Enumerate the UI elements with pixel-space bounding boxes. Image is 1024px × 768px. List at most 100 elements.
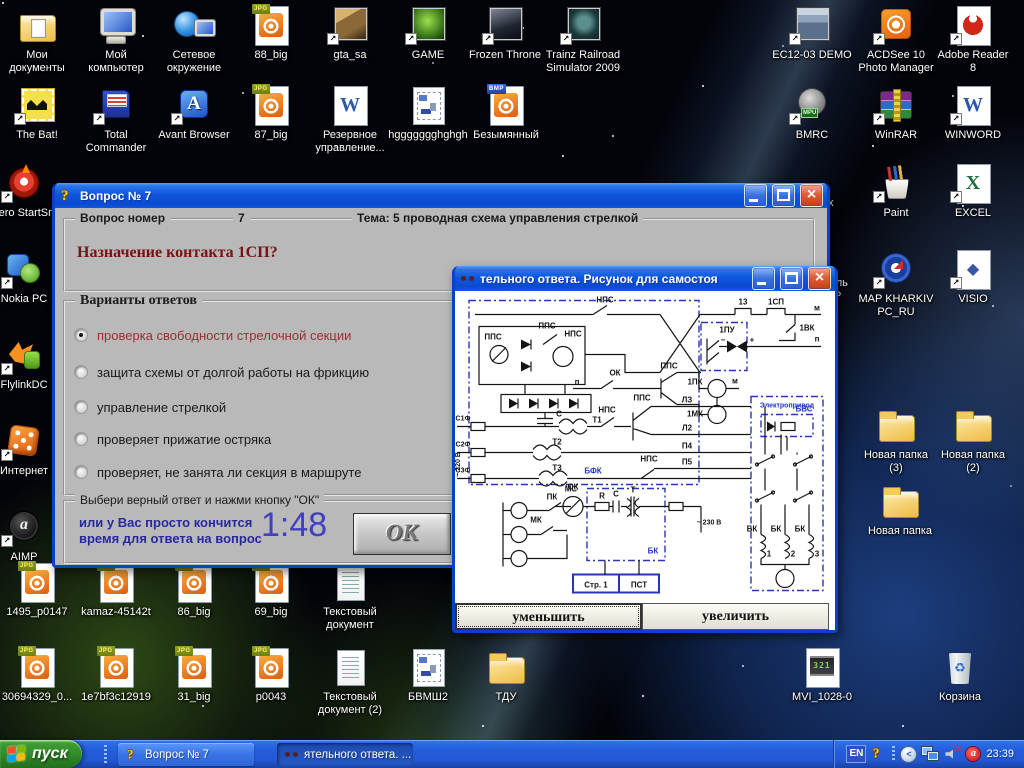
desktop-icon-my-computer[interactable]: Мой компьютер: [76, 6, 156, 75]
jpg-file-icon: JPG: [171, 648, 217, 688]
desktop-icon-30694329[interactable]: JPG30694329_0...: [0, 648, 77, 704]
desktop-icon-88-big[interactable]: JPG88_big: [231, 6, 311, 62]
schematic-label: ППС: [633, 394, 651, 403]
schematic-label: П4: [682, 442, 693, 451]
footer-group-label: Выбери верный ответ и нажми кнопку "ОК": [75, 493, 324, 507]
diagram-titlebar[interactable]: тельного ответа. Рисунок для самостоя: [455, 266, 835, 291]
desktop-icon-gta-sa[interactable]: gta_sa: [310, 6, 390, 62]
radio-unselected[interactable]: [75, 366, 87, 378]
topic-label: Тема: 5 проводная схема управления стрел…: [352, 211, 643, 225]
network-tray-icon[interactable]: [922, 747, 939, 761]
close-button[interactable]: [808, 267, 831, 290]
desktop-icon-p0043[interactable]: JPGp0043: [231, 648, 311, 704]
desktop-icon-86-big[interactable]: JPG86_big: [154, 563, 234, 619]
jpg-file-icon: JPG: [248, 86, 294, 126]
schematic-label: м: [814, 304, 820, 313]
hide-icons-chevron[interactable]: [901, 747, 916, 762]
desktop-icon-bezymyannyj[interactable]: BMPБезымянный: [466, 86, 546, 142]
desktop-icon-acdsee[interactable]: ACDSee 10 Photo Manager: [856, 6, 936, 75]
desktop-icon-frozen-throne[interactable]: Frozen Throne: [465, 6, 545, 62]
windows-flag-icon: [8, 745, 26, 763]
desktop-icon-ec12-demo[interactable]: EC12-03 DEMO: [772, 6, 852, 62]
muted-sound-icon[interactable]: [945, 748, 960, 761]
desktop-icon-map-kharkiv[interactable]: MAP KHARKIV PC_RU: [856, 250, 936, 319]
ok-button[interactable]: ОК: [353, 513, 451, 555]
question-tray-icon[interactable]: [873, 747, 886, 761]
diagram-window: тельного ответа. Рисунок для самостоя: [452, 266, 838, 633]
desktop-icon-my-documents[interactable]: Мои документы: [0, 6, 77, 75]
zoom-in-button[interactable]: увеличить: [642, 603, 829, 630]
schematic-label: МК: [530, 516, 542, 525]
shortcut-arrow-icon: [2, 278, 12, 288]
desktop-icon-network-places[interactable]: Сетевое окружение: [154, 6, 234, 75]
taskbar-clock[interactable]: 23:39: [986, 748, 1014, 760]
desktop-icon-trainz[interactable]: Trainz Railroad Simulator 2009: [543, 6, 623, 75]
desktop-icon-visio[interactable]: VISIO: [933, 250, 1013, 306]
quiz-titlebar[interactable]: Вопрос № 7: [55, 183, 827, 208]
computer-icon: [93, 6, 139, 46]
taskbar-button-diagram[interactable]: ятельного ответа. ...: [277, 743, 413, 766]
circuit-schematic: 13 1СП м 1ВК НПС ППС ППС НПС 1ПУ − + п 1…: [455, 291, 829, 600]
desktop-icon-text-doc[interactable]: Текстовый документ: [310, 563, 390, 632]
desktop-icon-1495-p0147[interactable]: JPG1495_p0147: [0, 563, 77, 619]
desktop-icon-avant-browser[interactable]: Avant Browser: [154, 86, 234, 142]
schematic-label: ППС: [538, 322, 556, 331]
minimize-button[interactable]: [752, 267, 775, 290]
word-document-icon: [327, 86, 373, 126]
shortcut-arrow-icon: [94, 114, 104, 124]
starfield: [2, 2, 4, 4]
desktop-icon-bvmsh2[interactable]: БВМШ2: [388, 648, 468, 704]
desktop-icon-winword[interactable]: WINWORD: [933, 86, 1013, 142]
shortcut-arrow-icon: [172, 114, 182, 124]
desktop-icon-1e7bf[interactable]: JPG1e7bf3c12919: [76, 648, 156, 704]
desktop-icon-new-folder-2[interactable]: Новая папка (2): [933, 406, 1013, 475]
schematic-label: −: [721, 336, 726, 345]
desktop-icon-31-big[interactable]: JPG31_big: [154, 648, 234, 704]
desktop-icon-rezervnoe[interactable]: Резервное управление...: [310, 86, 390, 155]
desktop-icon-game[interactable]: GAME: [388, 6, 468, 62]
desktop-icon-total-commander[interactable]: Total Commander: [76, 86, 156, 155]
bmp-file-icon: BMP: [483, 86, 529, 126]
desktop-icon-kamaz[interactable]: JPGkamaz-45142t: [76, 563, 156, 619]
desktop-icon-text-doc-2[interactable]: Текстовый документ (2): [310, 648, 390, 717]
language-indicator[interactable]: EN: [846, 745, 866, 763]
jpg-file-icon: JPG: [93, 563, 139, 603]
shortcut-arrow-icon: [874, 34, 884, 44]
shortcut-arrow-icon: [790, 114, 800, 124]
jpg-badge: JPG: [252, 84, 270, 94]
desktop-icon-87-big[interactable]: JPG87_big: [231, 86, 311, 142]
zoom-out-button[interactable]: уменьшить: [455, 603, 642, 630]
desktop-icon-winrar[interactable]: WinRAR: [856, 86, 936, 142]
radio-unselected[interactable]: [75, 401, 87, 413]
desktop-icon-hgggg[interactable]: hggggggghghgh: [388, 86, 468, 142]
schematic-label: ЛЗ: [682, 396, 693, 405]
desktop-icon-adobe-reader[interactable]: Adobe Reader 8: [933, 6, 1013, 75]
desktop-icon-paint[interactable]: Paint: [856, 164, 936, 220]
desktop-icon-new-folder[interactable]: Новая папка: [860, 482, 940, 538]
desktop-icon-the-bat[interactable]: The Bat!: [0, 86, 77, 142]
jpg-file-icon: JPG: [14, 648, 60, 688]
desktop-icon-excel[interactable]: EXCEL: [933, 164, 1013, 220]
desktop-icon-bmrc[interactable]: BMRC: [772, 86, 852, 142]
desktop-icon-tdu[interactable]: ТДУ: [466, 648, 546, 704]
shortcut-arrow-icon: [874, 114, 884, 124]
close-button[interactable]: [800, 184, 823, 207]
desktop-icon-mvi-1028[interactable]: MVI_1028-0: [782, 648, 862, 704]
minimize-button[interactable]: [744, 184, 767, 207]
taskbar-button-quiz[interactable]: Вопрос № 7: [118, 743, 254, 766]
maximize-button[interactable]: [780, 267, 803, 290]
taskbar: пуск Вопрос № 7 ятельного ответа. ... EN…: [0, 740, 1024, 768]
start-button[interactable]: пуск: [0, 740, 82, 768]
maximize-button[interactable]: [772, 184, 795, 207]
shortcut-arrow-icon: [2, 192, 12, 202]
folder-icon: [483, 648, 529, 688]
radio-selected[interactable]: [75, 329, 87, 341]
desktop-icon-69-big[interactable]: JPG69_big: [231, 563, 311, 619]
radio-unselected[interactable]: [75, 466, 87, 478]
radio-unselected[interactable]: [75, 433, 87, 445]
desktop-icon-recycle-bin[interactable]: Корзина: [920, 648, 1000, 704]
aimp-tray-icon[interactable]: [966, 747, 980, 761]
quicklaunch-separator[interactable]: [104, 745, 107, 763]
desktop-icon-new-folder-3[interactable]: Новая папка (3): [856, 406, 936, 475]
shortcut-arrow-icon: [2, 450, 12, 460]
